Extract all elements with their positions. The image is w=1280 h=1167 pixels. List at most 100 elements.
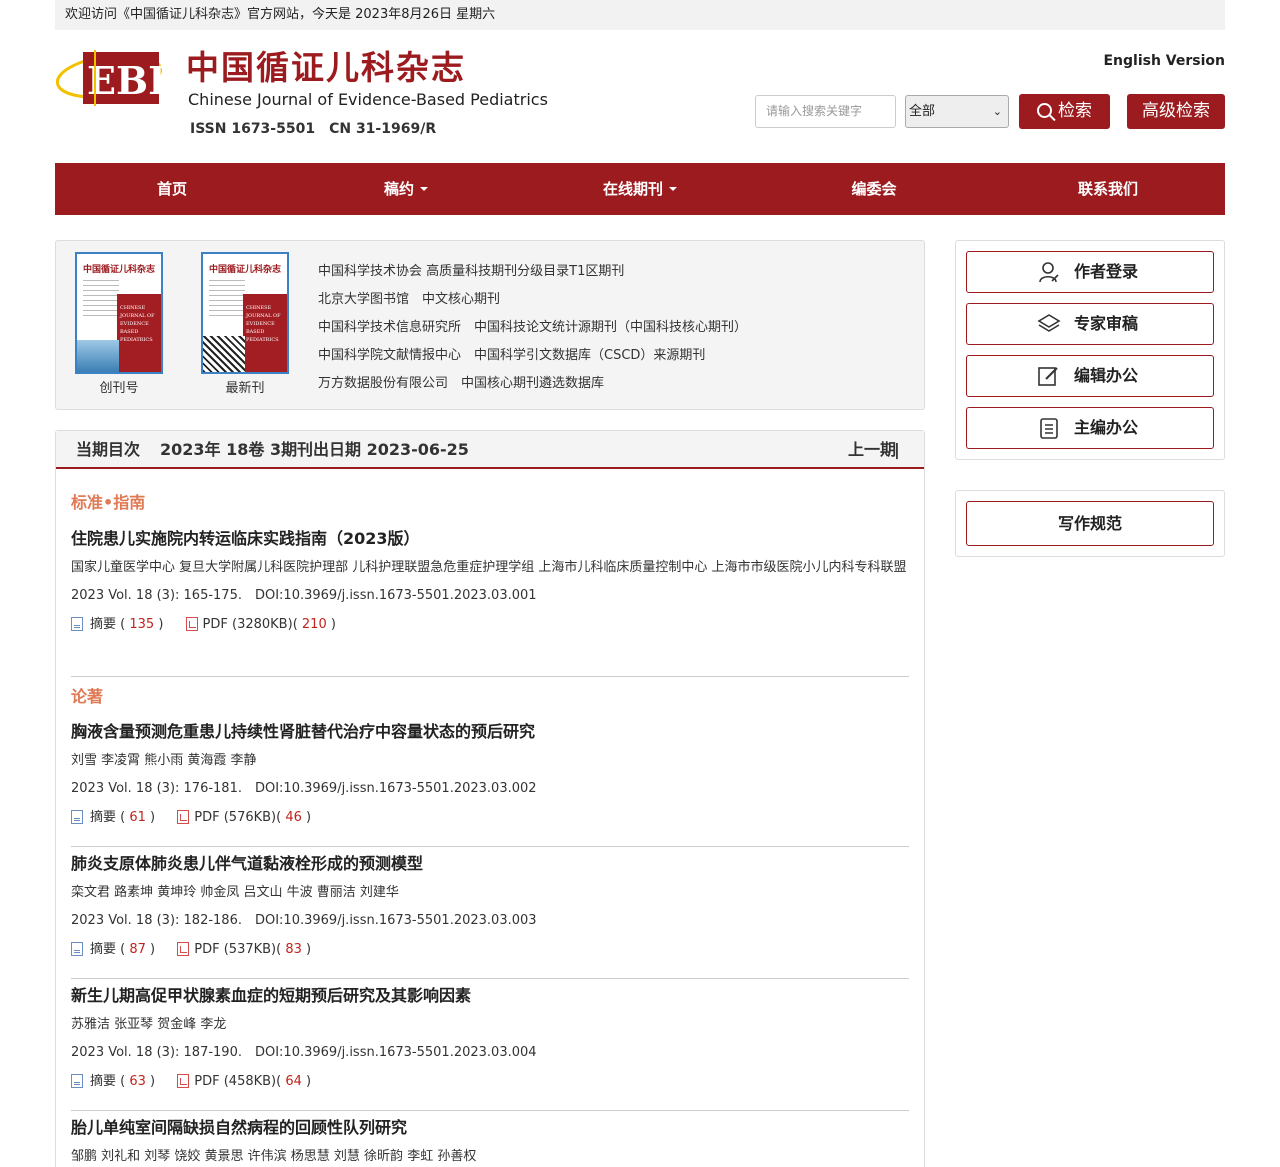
abstract-label: 摘要 [90, 1074, 117, 1089]
article-title[interactable]: 肺炎支原体肺炎患儿伴气道黏液栓形成的预测模型 [71, 852, 909, 876]
advanced-search-button[interactable]: 高级检索 [1127, 94, 1225, 129]
pdf-count: 83 [285, 942, 302, 957]
toc-separator: | [894, 440, 900, 459]
search-scope-select[interactable]: 全部 ⌄ [905, 95, 1009, 128]
pdf-link[interactable]: PDF (537KB)( 83 ) [159, 942, 311, 957]
article-links: 摘要 ( 135 ) PDF (3280KB)( 210 ) [71, 614, 909, 636]
indexing-item: 北京大学图书馆 中文核心期刊 [318, 292, 501, 307]
caret-down-icon [669, 187, 677, 191]
nav-item-home[interactable]: 首页 [55, 163, 289, 215]
author-login-label: 作者登录 [1074, 262, 1139, 281]
abstract-count: 61 [129, 810, 146, 825]
abstract-label: 摘要 [90, 617, 117, 632]
toc-header: 当期目次 2023年 18卷 3期 刊出日期 2023-06-25 上一期 | [56, 431, 924, 469]
english-version-link[interactable]: English Version [1103, 51, 1225, 71]
search-scope-value: 全部 [909, 104, 936, 119]
cover-red-panel: CHINESE JOURNAL OF EVIDENCE BASED PEDIAT… [117, 294, 161, 372]
pdf-icon [177, 1074, 190, 1088]
abstract-link[interactable]: 摘要 ( 87 ) [71, 942, 155, 957]
journal-info-box: 中国循证儿科杂志 CHINESE JOURNAL OF EVIDENCE BAS… [55, 240, 925, 410]
user-icon [1039, 262, 1059, 283]
expert-review-button[interactable]: 专家审稿 [966, 303, 1214, 345]
nav-item-label: 首页 [156, 180, 187, 198]
pdf-link[interactable]: PDF (3280KB)( 210 ) [168, 617, 336, 632]
indexing-item: 中国科学院文献情报中心 中国科学引文数据库（CSCD）来源期刊 [318, 348, 706, 363]
pdf-icon [177, 942, 190, 956]
nav-item-online-journal[interactable]: 在线期刊 [523, 163, 757, 215]
indexing-item: 中国科学技术信息研究所 中国科技论文统计源期刊（中国科技核心期刊） [318, 320, 748, 335]
writing-guide-button[interactable]: 写作规范 [966, 501, 1214, 546]
latest-issue-label[interactable]: 最新刊 [201, 380, 289, 398]
cover-title: 中国循证儿科杂志 [208, 265, 281, 275]
pdf-link[interactable]: PDF (576KB)( 46 ) [159, 810, 311, 825]
chief-editor-office-button[interactable]: 主编办公 [966, 407, 1214, 449]
edit-icon [1038, 367, 1058, 386]
pdf-label: PDF (537KB) [194, 942, 277, 957]
cover-title: 中国循证儿科杂志 [82, 265, 155, 275]
search-input[interactable]: 请输入搜索关键字 [755, 95, 896, 128]
journal-logo-icon[interactable]: EBP [55, 46, 177, 108]
pdf-icon [185, 617, 198, 631]
nav-item-contact[interactable]: 联系我们 [991, 163, 1225, 215]
journal-title-cn: 中国循证儿科杂志 [186, 48, 466, 87]
article-title[interactable]: 新生儿期高促甲状腺素血症的短期预后研究及其影响因素 [71, 984, 909, 1008]
editor-office-button[interactable]: 编辑办公 [966, 355, 1214, 397]
document-icon [71, 942, 83, 956]
welcome-bar: 欢迎访问《中国循证儿科杂志》官方网站，今天是 2023年8月26日 星期六 [55, 0, 1225, 30]
cover-text-lines [83, 280, 119, 320]
article-divider [71, 846, 909, 847]
indexing-list: 中国科学技术协会 高质量科技期刊分级目录T1区期刊 北京大学图书馆 中文核心期刊… [318, 258, 747, 398]
writing-guide-label: 写作规范 [1057, 514, 1122, 533]
nav-item-label: 联系我们 [1077, 180, 1138, 198]
logo-letters: EBP [87, 58, 175, 103]
section-title: 标准•指南 [71, 493, 146, 512]
issn-text: ISSN 1673-5501 CN 31-1969/R [190, 121, 437, 137]
article-item: 住院患儿实施院内转运临床实践指南（2023版） 国家儿童医学中心 复旦大学附属儿… [71, 527, 909, 636]
first-issue-label[interactable]: 创刊号 [75, 380, 163, 398]
abstract-link[interactable]: 摘要 ( 61 ) [71, 810, 155, 825]
abstract-label: 摘要 [90, 942, 117, 957]
abstract-link[interactable]: 摘要 ( 63 ) [71, 1074, 155, 1089]
chevron-down-icon: ⌄ [992, 105, 1002, 118]
abstract-link[interactable]: 摘要 ( 135 ) [71, 617, 163, 632]
article-authors: 栾文君 路素坤 黄坤玲 帅金凤 吕文山 牛波 曹丽洁 刘建华 [71, 885, 399, 900]
article-item: 肺炎支原体肺炎患儿伴气道黏液栓形成的预测模型 栾文君 路素坤 黄坤玲 帅金凤 吕… [71, 852, 909, 961]
article-item: 胎儿单纯室间隔缺损自然病程的回顾性队列研究 邹鹏 刘礼和 刘琴 饶姣 黄景思 许… [71, 1116, 909, 1167]
article-links: 摘要 ( 87 ) PDF (537KB)( 83 ) [71, 939, 909, 961]
pdf-label: PDF (576KB) [194, 810, 277, 825]
article-authors: 刘雪 李凌霄 熊小雨 黄海霞 李静 [71, 753, 257, 768]
nav-item-label: 编委会 [851, 180, 897, 198]
toc-date: 刊出日期 2023-06-25 [297, 440, 469, 459]
author-login-button[interactable]: 作者登录 [966, 251, 1214, 293]
main-nav: 首页 稿约 在线期刊 编委会 联系我们 [55, 163, 1225, 215]
pdf-count: 210 [301, 617, 327, 632]
pdf-count: 64 [285, 1074, 302, 1089]
pdf-link[interactable]: PDF (458KB)( 64 ) [159, 1074, 311, 1089]
abstract-count: 87 [129, 942, 146, 957]
article-title[interactable]: 胎儿单纯室间隔缺损自然病程的回顾性队列研究 [71, 1116, 909, 1140]
article-citation: 2023 Vol. 18 (3): 187-190. DOI:10.3969/j… [71, 1045, 537, 1060]
sidebar-office-panel: 作者登录 专家审稿 编辑办公 主编办公 [955, 240, 1225, 460]
article-item: 新生儿期高促甲状腺素血症的短期预后研究及其影响因素 苏雅洁 张亚琴 贺金峰 李龙… [71, 984, 909, 1093]
cover-en-text: CHINESE JOURNAL OF EVIDENCE BASED PEDIAT… [246, 305, 281, 343]
chief-editor-office-label: 主编办公 [1074, 418, 1139, 437]
nav-item-submission[interactable]: 稿约 [289, 163, 523, 215]
cover-red-panel: CHINESE JOURNAL OF EVIDENCE BASED PEDIAT… [243, 294, 287, 372]
article-title[interactable]: 胸液含量预测危重患儿持续性肾脏替代治疗中容量状态的预后研究 [71, 720, 909, 744]
clipboard-icon [1040, 418, 1058, 439]
search-button-label: 检索 [1058, 101, 1092, 121]
article-links: 摘要 ( 61 ) PDF (576KB)( 46 ) [71, 807, 909, 829]
article-links: 摘要 ( 63 ) PDF (458KB)( 64 ) [71, 1071, 909, 1093]
article-title[interactable]: 住院患儿实施院内转运临床实践指南（2023版） [71, 527, 909, 551]
latest-issue-cover[interactable]: 中国循证儿科杂志 CHINESE JOURNAL OF EVIDENCE BAS… [201, 252, 289, 374]
article-divider [71, 676, 909, 677]
layers-icon [1037, 314, 1061, 332]
nav-item-editorial-board[interactable]: 编委会 [757, 163, 991, 215]
cover-image [203, 336, 245, 372]
document-icon [71, 810, 83, 824]
abstract-count: 63 [129, 1074, 146, 1089]
section-title: 论著 [71, 687, 104, 706]
previous-issue-link[interactable]: 上一期 [848, 431, 896, 469]
first-issue-cover[interactable]: 中国循证儿科杂志 CHINESE JOURNAL OF EVIDENCE BAS… [75, 252, 163, 374]
search-button[interactable]: 检索 [1019, 94, 1110, 129]
